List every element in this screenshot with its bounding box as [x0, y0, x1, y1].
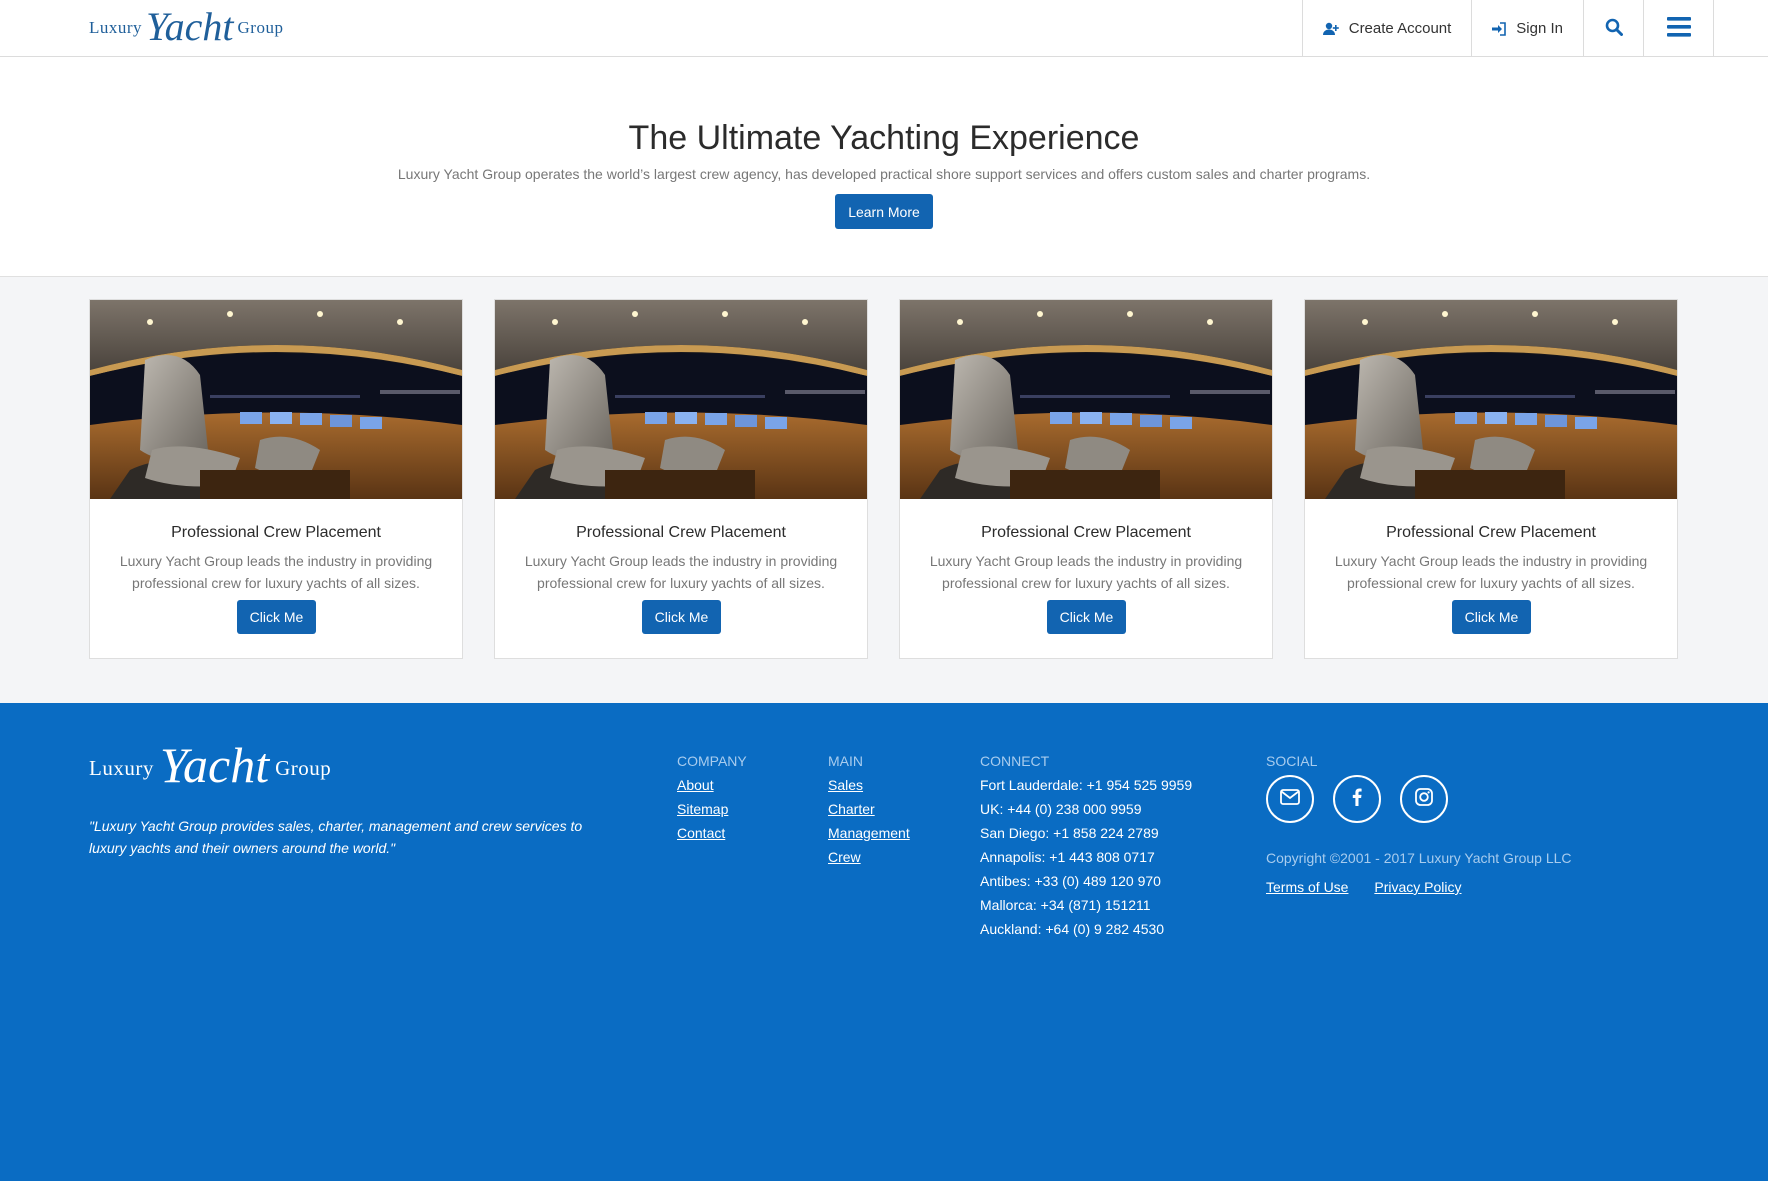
yacht-bridge-illustration: [900, 300, 1272, 499]
main-heading: MAIN: [828, 753, 863, 769]
create-account-label: Create Account: [1348, 20, 1452, 37]
sign-in-label: Sign In: [1516, 20, 1563, 37]
card-click-me-button[interactable]: Click Me: [642, 600, 721, 634]
footer-link-sales[interactable]: Sales: [828, 773, 910, 797]
feature-card: Professional Crew Placement Luxury Yacht…: [89, 299, 463, 659]
copyright-text: Copyright ©2001 - 2017 Luxury Yacht Grou…: [1266, 850, 1572, 866]
site-header: Luxury Yacht Group Create Account Sign I…: [0, 0, 1768, 57]
footer-link-crew[interactable]: Crew: [828, 845, 910, 869]
phone-mallorca: Mallorca: +34 (871) 151211: [980, 897, 1151, 913]
footer-main-column: MAIN Sales Charter Management Crew: [828, 749, 910, 869]
site-logo[interactable]: Luxury Yacht Group: [89, 3, 284, 50]
footer-company-column: COMPANY About Sitemap Contact: [677, 749, 747, 845]
footer-link-charter[interactable]: Charter: [828, 797, 910, 821]
card-text: Luxury Yacht Group leads the industry in…: [1334, 553, 1648, 591]
footer-social-column: SOCIAL: [1266, 749, 1317, 773]
add-user-icon: [1322, 22, 1339, 36]
email-social-button[interactable]: [1266, 775, 1314, 823]
footer-logo-left: Luxury: [89, 755, 154, 780]
yacht-bridge-illustration: [495, 300, 867, 499]
yacht-bridge-image: [90, 300, 462, 499]
search-button[interactable]: [1583, 0, 1643, 57]
footer-logo-right: Group: [275, 755, 332, 780]
instagram-social-button[interactable]: [1400, 775, 1448, 823]
phone-antibes: Antibes: +33 (0) 489 120 970: [980, 873, 1161, 889]
hero-title: The Ultimate Yachting Experience: [628, 119, 1140, 157]
social-heading: SOCIAL: [1266, 753, 1318, 769]
yacht-bridge-image: [1305, 300, 1677, 499]
phone-san-diego: San Diego: +1 858 224 2789: [980, 825, 1159, 841]
instagram-icon: [1415, 787, 1433, 811]
card-title: Professional Crew Placement: [981, 524, 1191, 541]
facebook-social-button[interactable]: [1333, 775, 1381, 823]
card-title: Professional Crew Placement: [1386, 524, 1596, 541]
phone-annapolis: Annapolis: +1 443 808 0717: [980, 849, 1155, 865]
footer-link-sitemap[interactable]: Sitemap: [677, 797, 747, 821]
phone-fort-lauderdale: Fort Lauderdale: +1 954 525 9959: [980, 777, 1193, 793]
card-text: Luxury Yacht Group leads the industry in…: [929, 553, 1243, 591]
sign-in-icon: [1492, 21, 1507, 36]
card-click-me-button[interactable]: Click Me: [1047, 600, 1126, 634]
card-title: Professional Crew Placement: [576, 524, 786, 541]
card-click-me-button[interactable]: Click Me: [237, 600, 316, 634]
footer-link-management[interactable]: Management: [828, 821, 910, 845]
learn-more-button[interactable]: Learn More: [835, 194, 933, 229]
site-footer: Luxury Yacht Group "Luxury Yacht Group p…: [0, 703, 1768, 1181]
logo-text-script: Yacht: [146, 3, 234, 49]
footer-link-contact[interactable]: Contact: [677, 821, 747, 845]
header-nav: Create Account Sign In: [1301, 0, 1768, 57]
card-click-me-button[interactable]: Click Me: [1452, 600, 1531, 634]
footer-link-about[interactable]: About: [677, 773, 747, 797]
logo-text-right: Group: [237, 18, 284, 37]
phone-uk: UK: +44 (0) 238 000 9959: [980, 801, 1142, 817]
hamburger-menu-icon: [1666, 16, 1691, 41]
footer-quote: "Luxury Yacht Group provides sales, char…: [89, 818, 583, 856]
logo-text-left: Luxury: [89, 18, 143, 37]
hero-subtitle: Luxury Yacht Group operates the world’s …: [397, 166, 1371, 182]
card-text: Luxury Yacht Group leads the industry in…: [119, 553, 433, 591]
feature-card: Professional Crew Placement Luxury Yacht…: [899, 299, 1273, 659]
header-spacer: [1713, 0, 1768, 57]
feature-card: Professional Crew Placement Luxury Yacht…: [494, 299, 868, 659]
hero-section: The Ultimate Yachting Experience Luxury …: [0, 57, 1768, 277]
social-icons: [1266, 775, 1448, 823]
privacy-policy-link[interactable]: Privacy Policy: [1374, 879, 1461, 895]
facebook-icon: [1352, 788, 1362, 811]
yacht-bridge-image: [900, 300, 1272, 499]
sign-in-button[interactable]: Sign In: [1471, 0, 1583, 57]
yacht-bridge-illustration: [1305, 300, 1677, 499]
feature-cards-section: Professional Crew Placement Luxury Yacht…: [0, 277, 1768, 703]
menu-button[interactable]: [1643, 0, 1713, 57]
company-heading: COMPANY: [677, 753, 747, 769]
phone-auckland: Auckland: +64 (0) 9 282 4530: [980, 921, 1165, 937]
footer-connect-column: CONNECT Fort Lauderdale: +1 954 525 9959…: [980, 749, 1192, 941]
legal-links: Terms of Use Privacy Policy: [1266, 879, 1484, 895]
card-text: Luxury Yacht Group leads the industry in…: [524, 553, 838, 591]
yacht-bridge-image: [495, 300, 867, 499]
footer-logo-script: Yacht: [159, 737, 270, 793]
card-title: Professional Crew Placement: [171, 524, 381, 541]
footer-logo[interactable]: Luxury Yacht Group: [89, 737, 332, 797]
terms-of-use-link[interactable]: Terms of Use: [1266, 879, 1348, 895]
feature-card: Professional Crew Placement Luxury Yacht…: [1304, 299, 1678, 659]
search-icon: [1605, 18, 1623, 40]
create-account-button[interactable]: Create Account: [1301, 0, 1472, 57]
connect-heading: CONNECT: [980, 753, 1050, 769]
yacht-bridge-illustration: [90, 300, 462, 499]
envelope-icon: [1280, 788, 1300, 810]
